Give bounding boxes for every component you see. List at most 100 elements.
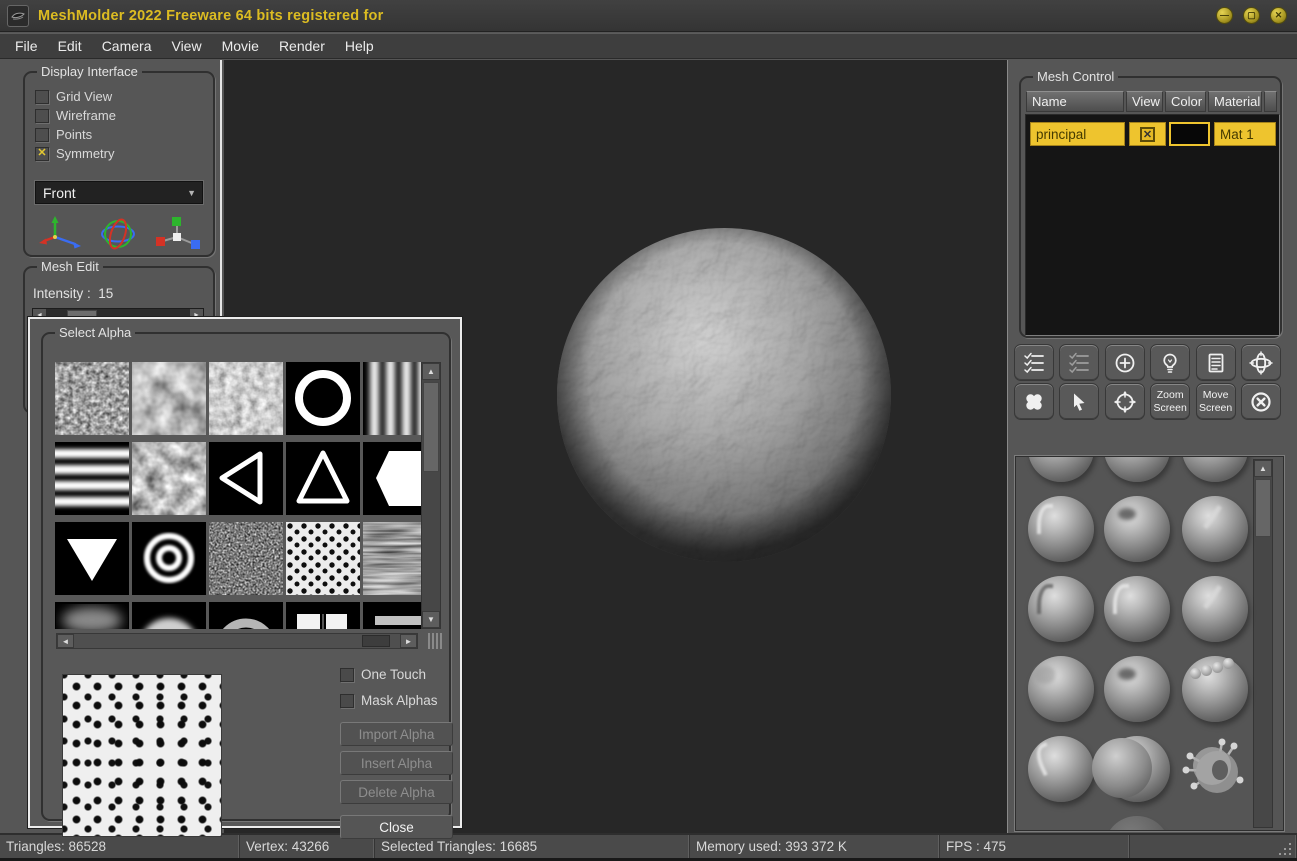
alpha-thumb-hexagon-filled[interactable] [363,442,421,515]
mesh-list-button[interactable] [1014,344,1054,381]
brush-preset-plain[interactable] [1028,457,1094,482]
brush-preset-hook[interactable] [1104,576,1170,642]
translate-gizmo-icon[interactable] [33,213,85,260]
alpha-thumb-dome[interactable] [132,602,206,629]
app-icon [7,4,29,27]
menu-item-view[interactable]: View [161,35,211,57]
menu-item-camera[interactable]: Camera [92,35,162,57]
checkbox-mask-alphas[interactable] [340,693,354,708]
scroll-right-icon[interactable]: ► [400,634,417,648]
view-checkbox[interactable]: ✕ [1140,126,1155,142]
alpha-thumb-spotted-noise[interactable] [55,362,129,435]
mesh-name-cell[interactable]: principal [1030,122,1125,146]
brush-preset-smudge[interactable] [1028,656,1094,722]
menu-item-file[interactable]: File [5,35,48,57]
alpha-thumb-triangle-up-outline[interactable] [286,442,360,515]
alpha-thumb-dot-holes[interactable] [286,522,360,595]
mesh-list-alt-button[interactable] [1059,344,1100,381]
close-button[interactable]: Close [340,815,453,839]
alpha-hscrollbar[interactable]: ◄ ► [56,633,418,649]
alpha-vscrollbar-thumb[interactable] [423,382,439,472]
brush-preset-faint[interactable] [1104,816,1170,830]
brush-preset-slash[interactable] [1182,496,1248,562]
title-bar: MeshMolder 2022 Freeware 64 bits registe… [0,0,1297,32]
checkbox-symmetry[interactable]: ✕ [35,146,49,161]
brush-preset-spiky[interactable] [1182,736,1248,802]
alpha-thumb-scratch-noise[interactable] [363,522,421,595]
brush-scrollbar-thumb[interactable] [1255,479,1271,537]
freeform-tool-button[interactable] [1014,383,1054,420]
delete-mesh-button[interactable] [1241,383,1281,420]
menu-item-help[interactable]: Help [335,35,384,57]
brush-preset-plain[interactable] [1104,457,1170,482]
checkbox-points[interactable] [35,127,49,142]
column-header-extra[interactable] [1264,91,1277,112]
alpha-thumb-circle-outline[interactable] [286,362,360,435]
window-resize-grip[interactable] [1279,843,1293,857]
center-target-button[interactable] [1104,383,1145,420]
alpha-thumb-pebble-scales[interactable] [132,442,206,515]
column-header-view[interactable]: View [1126,91,1163,112]
brush-dent-mark [1118,508,1136,520]
brush-preset-dent[interactable] [1104,496,1170,562]
alpha-thumb-white-blocks[interactable] [286,602,360,629]
checkbox-wireframe[interactable] [35,108,49,123]
lighting-button[interactable] [1150,344,1191,381]
alpha-thumb-vertical-bars[interactable] [363,362,421,435]
scroll-up-icon[interactable]: ▲ [422,363,440,380]
orbit-gizmo-button[interactable] [1241,344,1281,381]
insert-alpha-button[interactable]: Insert Alpha [340,751,453,775]
brush-preset-streak[interactable] [1028,496,1094,562]
brush-preset-plain[interactable] [1182,457,1248,482]
alpha-thumb-rough-surface[interactable] [209,362,283,435]
import-alpha-button[interactable]: Import Alpha [340,722,453,746]
alpha-vscrollbar[interactable]: ▲ ▼ [421,362,441,629]
mesh-view-cell[interactable]: ✕ [1129,122,1166,146]
alpha-thumb-gray-bar[interactable] [363,602,421,629]
column-header-color[interactable]: Color [1165,91,1206,112]
menu-item-edit[interactable]: Edit [48,35,92,57]
checkbox-grid-view[interactable] [35,89,49,104]
scroll-left-icon[interactable]: ◄ [57,634,74,648]
alpha-hscrollbar-thumb[interactable] [362,635,390,647]
brush-preset-slash2[interactable] [1182,576,1248,642]
menu-item-render[interactable]: Render [269,35,335,57]
scroll-down-icon[interactable]: ▼ [422,611,440,628]
alpha-thumb-croc-scales[interactable] [132,362,206,435]
brush-preset-double[interactable] [1092,736,1170,802]
minimize-button[interactable]: — [1216,7,1233,24]
rotate-gizmo-icon[interactable] [92,213,144,260]
resize-grip[interactable] [428,633,442,649]
brush-preset-curl[interactable] [1028,736,1094,802]
alpha-thumb-horizontal-bars[interactable] [55,442,129,515]
scroll-up-icon[interactable]: ▲ [1254,460,1272,477]
mesh-material-cell[interactable]: Mat 1 [1214,122,1276,146]
sculpted-sphere[interactable] [552,223,896,567]
notes-list-button[interactable] [1195,344,1236,381]
checkbox-one-touch[interactable] [340,667,354,682]
alpha-thumb-triangle-down-filled[interactable] [55,522,129,595]
scale-gizmo-icon[interactable] [151,213,203,260]
view-direction-select[interactable]: Front ▼ [35,181,203,204]
brush-preset-dent2[interactable] [1104,656,1170,722]
alpha-thumb-concentric-rings[interactable] [132,522,206,595]
delete-alpha-button[interactable]: Delete Alpha [340,780,453,804]
brush-preset-toes[interactable] [1182,656,1248,722]
alpha-thumb-ring-segment[interactable] [209,602,283,629]
mesh-color-swatch[interactable] [1169,122,1210,146]
maximize-button[interactable]: ▢ [1243,7,1260,24]
close-button[interactable]: ✕ [1270,7,1287,24]
alpha-thumb-sparse-speckle[interactable] [209,522,283,595]
column-header-material[interactable]: Material [1208,91,1262,112]
menu-item-movie[interactable]: Movie [212,35,269,57]
mesh-list[interactable]: principal ✕ Mat 1 [1025,114,1280,336]
alpha-thumb-triangle-left-outline[interactable] [209,442,283,515]
brush-scrollbar[interactable]: ▲ [1253,459,1273,828]
move-screen-button[interactable]: Move Screen [1195,383,1236,420]
brush-preset-crease[interactable] [1028,576,1094,642]
alpha-thumb-soft-smudge[interactable] [55,602,129,629]
column-header-name[interactable]: Name [1026,91,1124,112]
zoom-screen-button[interactable]: Zoom Screen [1150,383,1191,420]
select-cursor-button[interactable] [1059,383,1100,420]
add-mesh-button[interactable] [1104,344,1145,381]
